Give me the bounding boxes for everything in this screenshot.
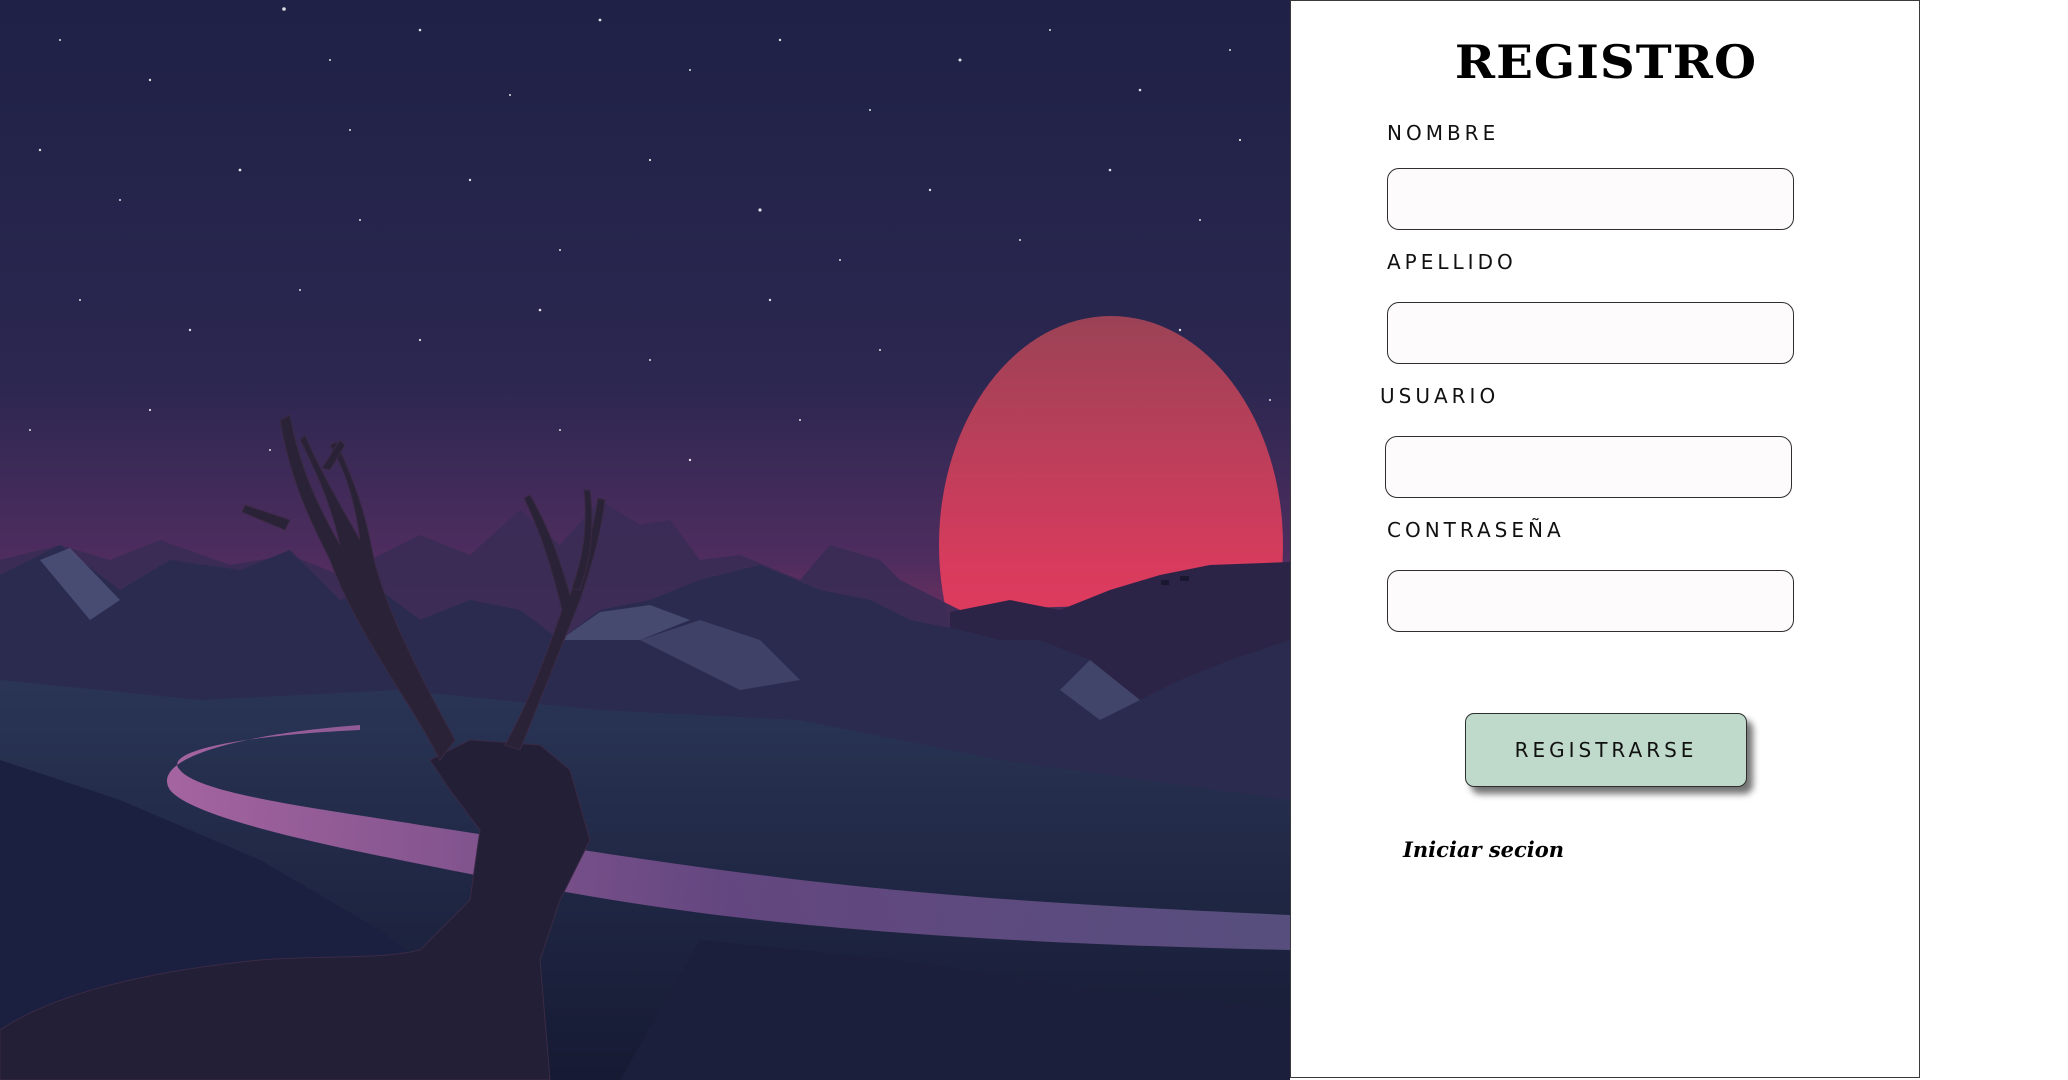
contrasena-label: CONTRASEÑA [1387,518,1565,542]
nombre-input[interactable] [1387,168,1794,230]
page-title: REGISTRO [1454,35,1758,89]
background-landscape-image [0,0,1290,1080]
landscape-illustration [0,0,1290,1080]
registrarse-button[interactable]: REGISTRARSE [1465,713,1747,787]
contrasena-input[interactable] [1387,570,1794,632]
apellido-input[interactable] [1387,302,1794,364]
registration-panel: REGISTRO NOMBRE APELLIDO USUARIO CONTRAS… [1290,0,1920,1078]
register-page: REGISTRO NOMBRE APELLIDO USUARIO CONTRAS… [0,0,2068,1080]
iniciar-sesion-link[interactable]: Iniciar secion [1403,837,1564,862]
nombre-label: NOMBRE [1387,121,1500,145]
usuario-label: USUARIO [1380,384,1500,408]
usuario-input[interactable] [1385,436,1792,498]
apellido-label: APELLIDO [1387,250,1517,274]
